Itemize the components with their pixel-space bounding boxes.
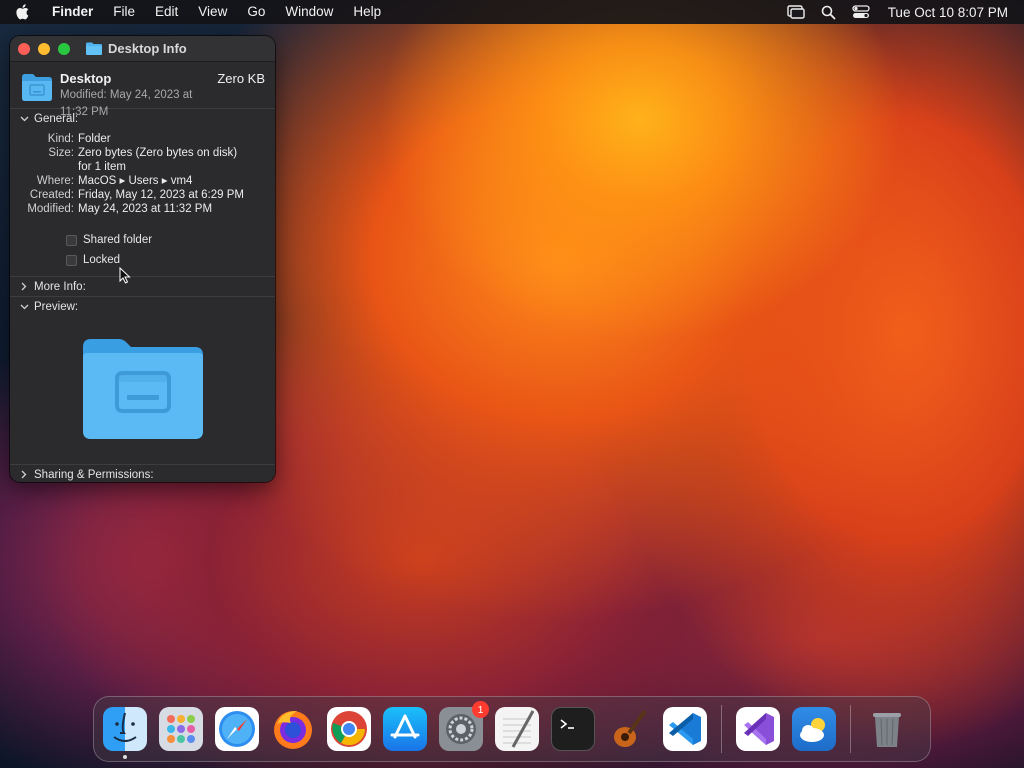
chevron-right-icon xyxy=(18,282,30,291)
trash-icon[interactable] xyxy=(865,707,909,751)
size-value-line2: for 1 item xyxy=(78,161,126,173)
sharing-heading: Sharing & Permissions: xyxy=(34,468,154,481)
locked-option[interactable]: Locked xyxy=(66,250,275,270)
app-store-icon[interactable] xyxy=(383,707,427,751)
zoom-button[interactable] xyxy=(58,42,70,55)
window-title: Desktop Info xyxy=(108,41,187,56)
created-value: Friday, May 12, 2023 at 6:29 PM xyxy=(78,189,244,201)
locked-checkbox[interactable] xyxy=(66,254,77,266)
system-settings-icon[interactable]: 1 xyxy=(439,701,489,751)
where-value: MacOS ▸ Users ▸ vm4 xyxy=(78,175,193,187)
menu-finder[interactable]: Finder xyxy=(44,0,103,24)
dock-separator xyxy=(721,705,722,753)
general-heading: General: xyxy=(34,112,79,125)
menu-bar: Finder File Edit View Go Window Help Tue… xyxy=(0,0,1024,24)
preview-section-toggle[interactable]: Preview: xyxy=(10,296,275,316)
folder-icon xyxy=(86,42,102,55)
menu-edit[interactable]: Edit xyxy=(145,0,188,24)
menu-help[interactable]: Help xyxy=(343,0,391,24)
garageband-icon[interactable] xyxy=(607,707,651,751)
modified-label: Modified: xyxy=(27,203,74,215)
minimize-button[interactable] xyxy=(38,42,50,55)
item-size: Zero KB xyxy=(217,71,265,86)
item-name: Desktop xyxy=(60,71,112,86)
menu-window[interactable]: Window xyxy=(275,0,343,24)
notification-badge: 1 xyxy=(472,701,489,718)
kind-label: Kind: xyxy=(47,133,74,145)
window-titlebar[interactable]: Desktop Info xyxy=(10,36,275,62)
chevron-down-icon xyxy=(18,116,30,122)
mouse-pointer-icon xyxy=(119,266,131,289)
control-center-icon[interactable] xyxy=(844,5,878,19)
menu-go[interactable]: Go xyxy=(237,0,275,24)
chevron-right-icon xyxy=(18,470,30,479)
weather-icon[interactable] xyxy=(792,707,836,751)
shared-folder-checkbox[interactable] xyxy=(66,234,77,246)
screen-mirroring-icon[interactable] xyxy=(779,5,813,19)
where-label: Where: xyxy=(36,175,74,187)
textedit-icon[interactable] xyxy=(495,707,539,751)
more-info-section-toggle[interactable]: More Info: xyxy=(10,276,275,296)
chrome-icon[interactable] xyxy=(327,707,371,751)
shared-folder-label: Shared folder xyxy=(83,234,153,246)
menu-view[interactable]: View xyxy=(188,0,237,24)
desktop-folder-preview-icon xyxy=(82,337,203,444)
terminal-icon[interactable] xyxy=(551,707,595,751)
chevron-down-icon xyxy=(18,304,30,310)
more-info-heading: More Info: xyxy=(34,280,86,293)
item-modified: Modified: May 24, 2023 at 11:32 PM xyxy=(60,89,193,118)
firefox-icon[interactable] xyxy=(271,707,315,751)
created-label: Created: xyxy=(29,189,74,201)
sharing-section-toggle[interactable]: Sharing & Permissions: xyxy=(10,464,275,482)
get-info-window: Desktop Info Desktop Modified: May 24, 2… xyxy=(10,36,275,482)
desktop-folder-icon xyxy=(22,73,52,103)
close-button[interactable] xyxy=(18,42,30,55)
launchpad-icon[interactable] xyxy=(159,707,203,751)
visual-studio-icon[interactable] xyxy=(736,707,780,751)
modified-value: May 24, 2023 at 11:32 PM xyxy=(78,203,213,215)
kind-value: Folder xyxy=(78,133,111,145)
running-indicator xyxy=(123,755,127,759)
spotlight-search-icon[interactable] xyxy=(813,5,844,20)
preview-heading: Preview: xyxy=(34,300,79,313)
dock-separator xyxy=(850,705,851,753)
general-details: Kind: Folder Size: Zero bytes (Zero bytes … xyxy=(10,128,275,216)
vscode-icon[interactable] xyxy=(663,707,707,751)
dock: 1 xyxy=(93,696,931,762)
size-label: Size: xyxy=(48,147,74,159)
menu-bar-clock[interactable]: Tue Oct 10 8:07 PM xyxy=(878,5,1008,20)
preview-area xyxy=(10,316,275,464)
finder-icon[interactable] xyxy=(103,707,147,759)
size-value: Zero bytes (Zero bytes on disk) xyxy=(78,147,238,159)
menu-file[interactable]: File xyxy=(103,0,145,24)
locked-label: Locked xyxy=(83,254,121,266)
shared-folder-option[interactable]: Shared folder xyxy=(66,230,275,250)
safari-icon[interactable] xyxy=(215,707,259,751)
apple-menu-icon[interactable] xyxy=(0,4,44,20)
item-header: Desktop Modified: May 24, 2023 at 11:32 … xyxy=(10,62,275,118)
general-options: Shared folder Locked xyxy=(10,216,275,276)
